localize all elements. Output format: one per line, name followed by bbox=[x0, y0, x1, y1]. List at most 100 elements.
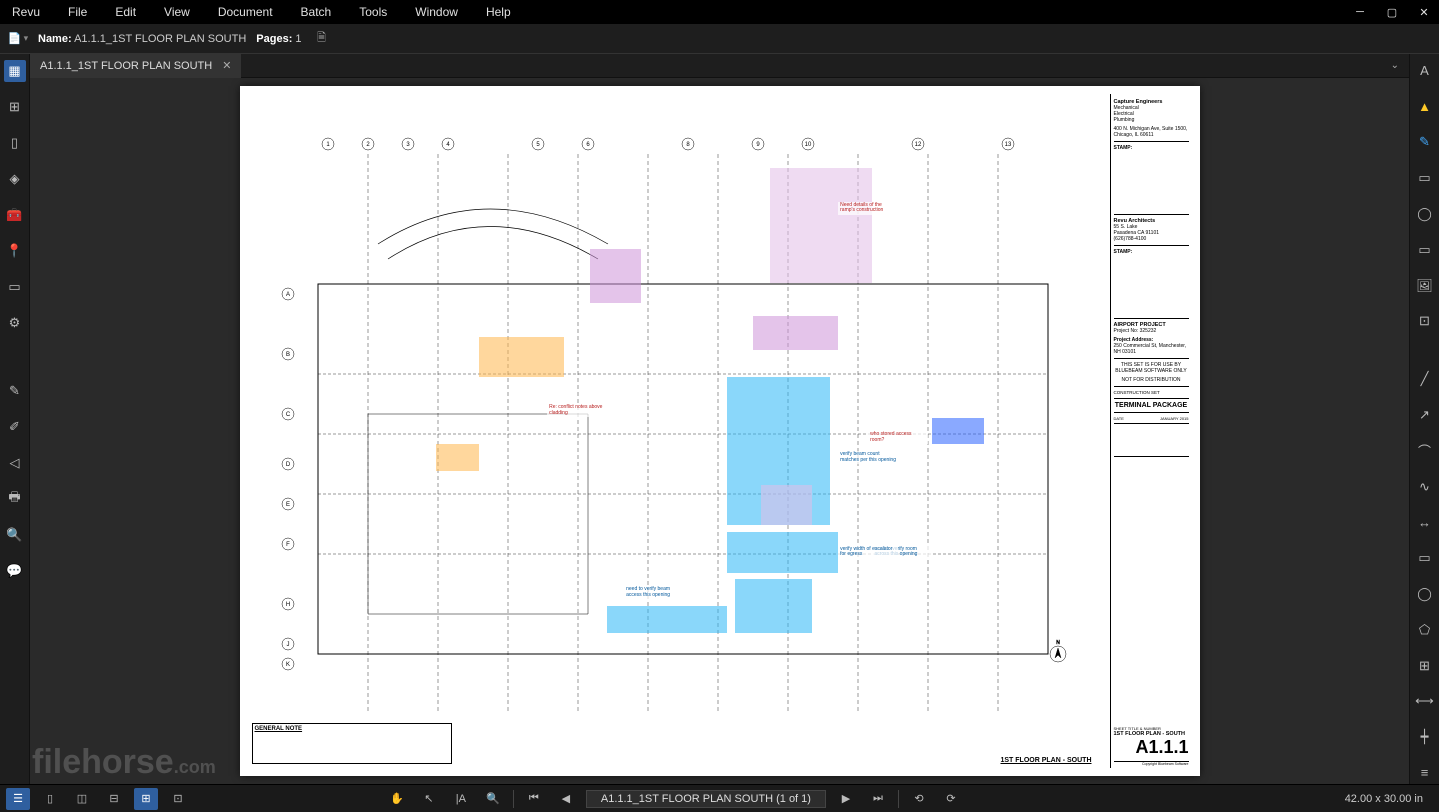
polygon-tool-icon[interactable]: ⬠ bbox=[1414, 619, 1436, 641]
measure-tool-icon[interactable]: ⟷ bbox=[1414, 690, 1436, 712]
multi-view-icon[interactable]: ⊡ bbox=[166, 788, 190, 810]
tb-set: CONSTRUCTION SET bbox=[1114, 387, 1189, 399]
markup-region[interactable] bbox=[932, 418, 983, 445]
tab-close-icon[interactable]: ✕ bbox=[222, 59, 231, 72]
menu-bar: Revu File Edit View Document Batch Tools… bbox=[0, 0, 1439, 24]
svg-text:H: H bbox=[285, 602, 289, 608]
markup-region[interactable] bbox=[753, 316, 839, 350]
markup-region[interactable] bbox=[727, 532, 838, 572]
prev-page-icon[interactable]: ◀ bbox=[554, 788, 578, 810]
tb-firm2-addr: 55 S. Lake Pasadena CA 91101 (626)788-41… bbox=[1114, 224, 1189, 242]
text-box-tool-icon[interactable]: A bbox=[1414, 60, 1436, 82]
scale-tool-icon[interactable]: ≡ bbox=[1414, 762, 1436, 784]
rectangle-tool-icon[interactable]: ▭ bbox=[1414, 547, 1436, 569]
menu-edit[interactable]: Edit bbox=[111, 3, 140, 21]
split-horizontal-icon[interactable]: ⊟ bbox=[102, 788, 126, 810]
layers-panel-icon[interactable]: ◈ bbox=[4, 168, 26, 190]
arc-tool-icon[interactable]: ⌒ bbox=[1414, 440, 1436, 462]
tool-separator bbox=[1414, 346, 1436, 354]
pen-tool-icon[interactable]: ✎ bbox=[1414, 132, 1436, 154]
arrow-tool-icon[interactable]: ↗ bbox=[1414, 404, 1436, 426]
image-tool-icon[interactable]: 🖼 bbox=[1414, 275, 1436, 297]
markup-region[interactable] bbox=[590, 249, 641, 303]
single-page-view-icon[interactable]: ▯ bbox=[38, 788, 62, 810]
next-view-icon[interactable]: ⟳ bbox=[939, 788, 963, 810]
split-vertical-icon[interactable]: ◫ bbox=[70, 788, 94, 810]
group-tool-icon[interactable]: ⊞ bbox=[1414, 655, 1436, 677]
window-close-button[interactable]: ✕ bbox=[1417, 5, 1431, 19]
tb-disclaimer1: THIS SET IS FOR USE BY BLUEBEAM SOFTWARE… bbox=[1114, 362, 1189, 374]
document-tab[interactable]: A1.1.1_1ST FLOOR PLAN SOUTH ✕ bbox=[30, 54, 241, 78]
pan-tool-icon[interactable]: ✋ bbox=[385, 788, 409, 810]
markup-region[interactable] bbox=[770, 168, 873, 283]
print-tool-icon[interactable]: 🖶 bbox=[4, 488, 26, 510]
count-tool-icon[interactable]: ┿ bbox=[1414, 726, 1436, 748]
markup-region[interactable] bbox=[607, 606, 727, 633]
right-tool-bar: A ▲ ✎ ▭ ◯ ▭ 🖼 ⊡ ╱ ↗ ⌒ ∿ ↔ ▭ ◯ ⬠ ⊞ ⟷ ┿ ≡ bbox=[1409, 54, 1439, 784]
markup-note[interactable]: Need details of the ramp's construction bbox=[838, 202, 898, 215]
polyline-tool-icon[interactable]: ∿ bbox=[1414, 476, 1436, 498]
ellipse-tool-icon[interactable]: ◯ bbox=[1414, 583, 1436, 605]
menu-document[interactable]: Document bbox=[214, 3, 277, 21]
menu-window[interactable]: Window bbox=[411, 3, 462, 21]
floor-plan: 1 2 3 4 5 6 8 9 10 12 13 A bbox=[248, 94, 1104, 768]
tab-overflow-icon[interactable]: ⌄ bbox=[1381, 60, 1409, 71]
svg-text:F: F bbox=[286, 542, 290, 548]
markup-note[interactable]: need to verify beam access this opening bbox=[624, 586, 684, 599]
svg-text:K: K bbox=[285, 662, 289, 668]
zoom-tool-icon[interactable]: 🔍 bbox=[481, 788, 505, 810]
text-select-tool-icon[interactable]: |A bbox=[449, 788, 473, 810]
doc-pages: Pages: 1 bbox=[256, 33, 301, 45]
markup-region[interactable] bbox=[436, 444, 479, 471]
panel-toggle-icon[interactable]: ☰ bbox=[6, 788, 30, 810]
search-tool-icon[interactable]: 🔍 bbox=[4, 524, 26, 546]
places-panel-icon[interactable]: 📍 bbox=[4, 240, 26, 262]
line-tool-icon[interactable]: ╱ bbox=[1414, 368, 1436, 390]
markup-tool-icon[interactable]: ✎ bbox=[4, 380, 26, 402]
first-page-icon[interactable]: ⏮ bbox=[522, 788, 546, 810]
forms-panel-icon[interactable]: ▭ bbox=[4, 276, 26, 298]
markup-region[interactable] bbox=[761, 485, 812, 525]
menu-batch[interactable]: Batch bbox=[297, 3, 336, 21]
note-tool-icon[interactable]: ▭ bbox=[1414, 239, 1436, 261]
dimension-tool-icon[interactable]: ↔ bbox=[1414, 511, 1436, 533]
markup-note[interactable]: verify width of escalator for egress bbox=[838, 546, 898, 559]
markup-note[interactable]: Re: conflict notes above cladding bbox=[547, 404, 607, 417]
menu-view[interactable]: View bbox=[160, 3, 194, 21]
properties-panel-icon[interactable]: ⚙ bbox=[4, 312, 26, 334]
page-indicator[interactable]: A1.1.1_1ST FLOOR PLAN SOUTH (1 of 1) bbox=[586, 790, 826, 808]
chat-tool-icon[interactable]: 💬 bbox=[4, 560, 26, 582]
last-page-icon[interactable]: ⏭ bbox=[866, 788, 890, 810]
markup-region[interactable] bbox=[479, 337, 565, 377]
menu-help[interactable]: Help bbox=[482, 3, 515, 21]
crop-tool-icon[interactable]: ⊡ bbox=[1414, 311, 1436, 333]
thumbnails-panel-icon[interactable]: ▦ bbox=[4, 60, 26, 82]
markup-region[interactable] bbox=[735, 579, 812, 633]
menu-revu[interactable]: Revu bbox=[8, 3, 44, 21]
status-bar: ☰ ▯ ◫ ⊟ ⊞ ⊡ ✋ ↖ |A 🔍 ⏮ ◀ A1.1.1_1ST FLOO… bbox=[0, 784, 1439, 812]
highlight-tool-icon[interactable]: ✐ bbox=[4, 416, 26, 438]
callout-tool-icon[interactable]: ▭ bbox=[1414, 167, 1436, 189]
svg-text:C: C bbox=[285, 412, 290, 418]
markup-note[interactable]: verify beam count matches per this openi… bbox=[838, 451, 898, 464]
cloud-tool-icon[interactable]: ◯ bbox=[1414, 203, 1436, 225]
shape-tool-icon[interactable]: ◁ bbox=[4, 452, 26, 474]
menu-tools[interactable]: Tools bbox=[355, 3, 391, 21]
file-access-icon[interactable]: 📄▾ bbox=[8, 29, 28, 49]
document-viewport[interactable]: Capture Engineers Mechanical Electrical … bbox=[30, 78, 1409, 784]
previous-view-icon[interactable]: ⟲ bbox=[907, 788, 931, 810]
grid-panel-icon[interactable]: ⊞ bbox=[4, 96, 26, 118]
highlighter-tool-icon[interactable]: ▲ bbox=[1414, 96, 1436, 118]
tool-chest-icon[interactable]: 🧰 bbox=[4, 204, 26, 226]
continuous-view-icon[interactable]: ⊞ bbox=[134, 788, 158, 810]
left-panel-bar: ▦ ⊞ ▯ ◈ 🧰 📍 ▭ ⚙ ✎ ✐ ◁ 🖶 🔍 💬 bbox=[0, 54, 30, 784]
bookmarks-panel-icon[interactable]: ▯ bbox=[4, 132, 26, 154]
window-minimize-button[interactable]: ─ bbox=[1353, 5, 1367, 19]
tb-sheet-number: A1.1.1 bbox=[1114, 737, 1189, 758]
window-maximize-button[interactable]: ▢ bbox=[1385, 5, 1399, 19]
select-tool-icon[interactable]: ↖ bbox=[417, 788, 441, 810]
menu-file[interactable]: File bbox=[64, 3, 91, 21]
markup-note[interactable]: who stored access room? bbox=[868, 431, 928, 444]
new-page-icon[interactable]: 🗎 bbox=[312, 29, 332, 49]
next-page-icon[interactable]: ▶ bbox=[834, 788, 858, 810]
